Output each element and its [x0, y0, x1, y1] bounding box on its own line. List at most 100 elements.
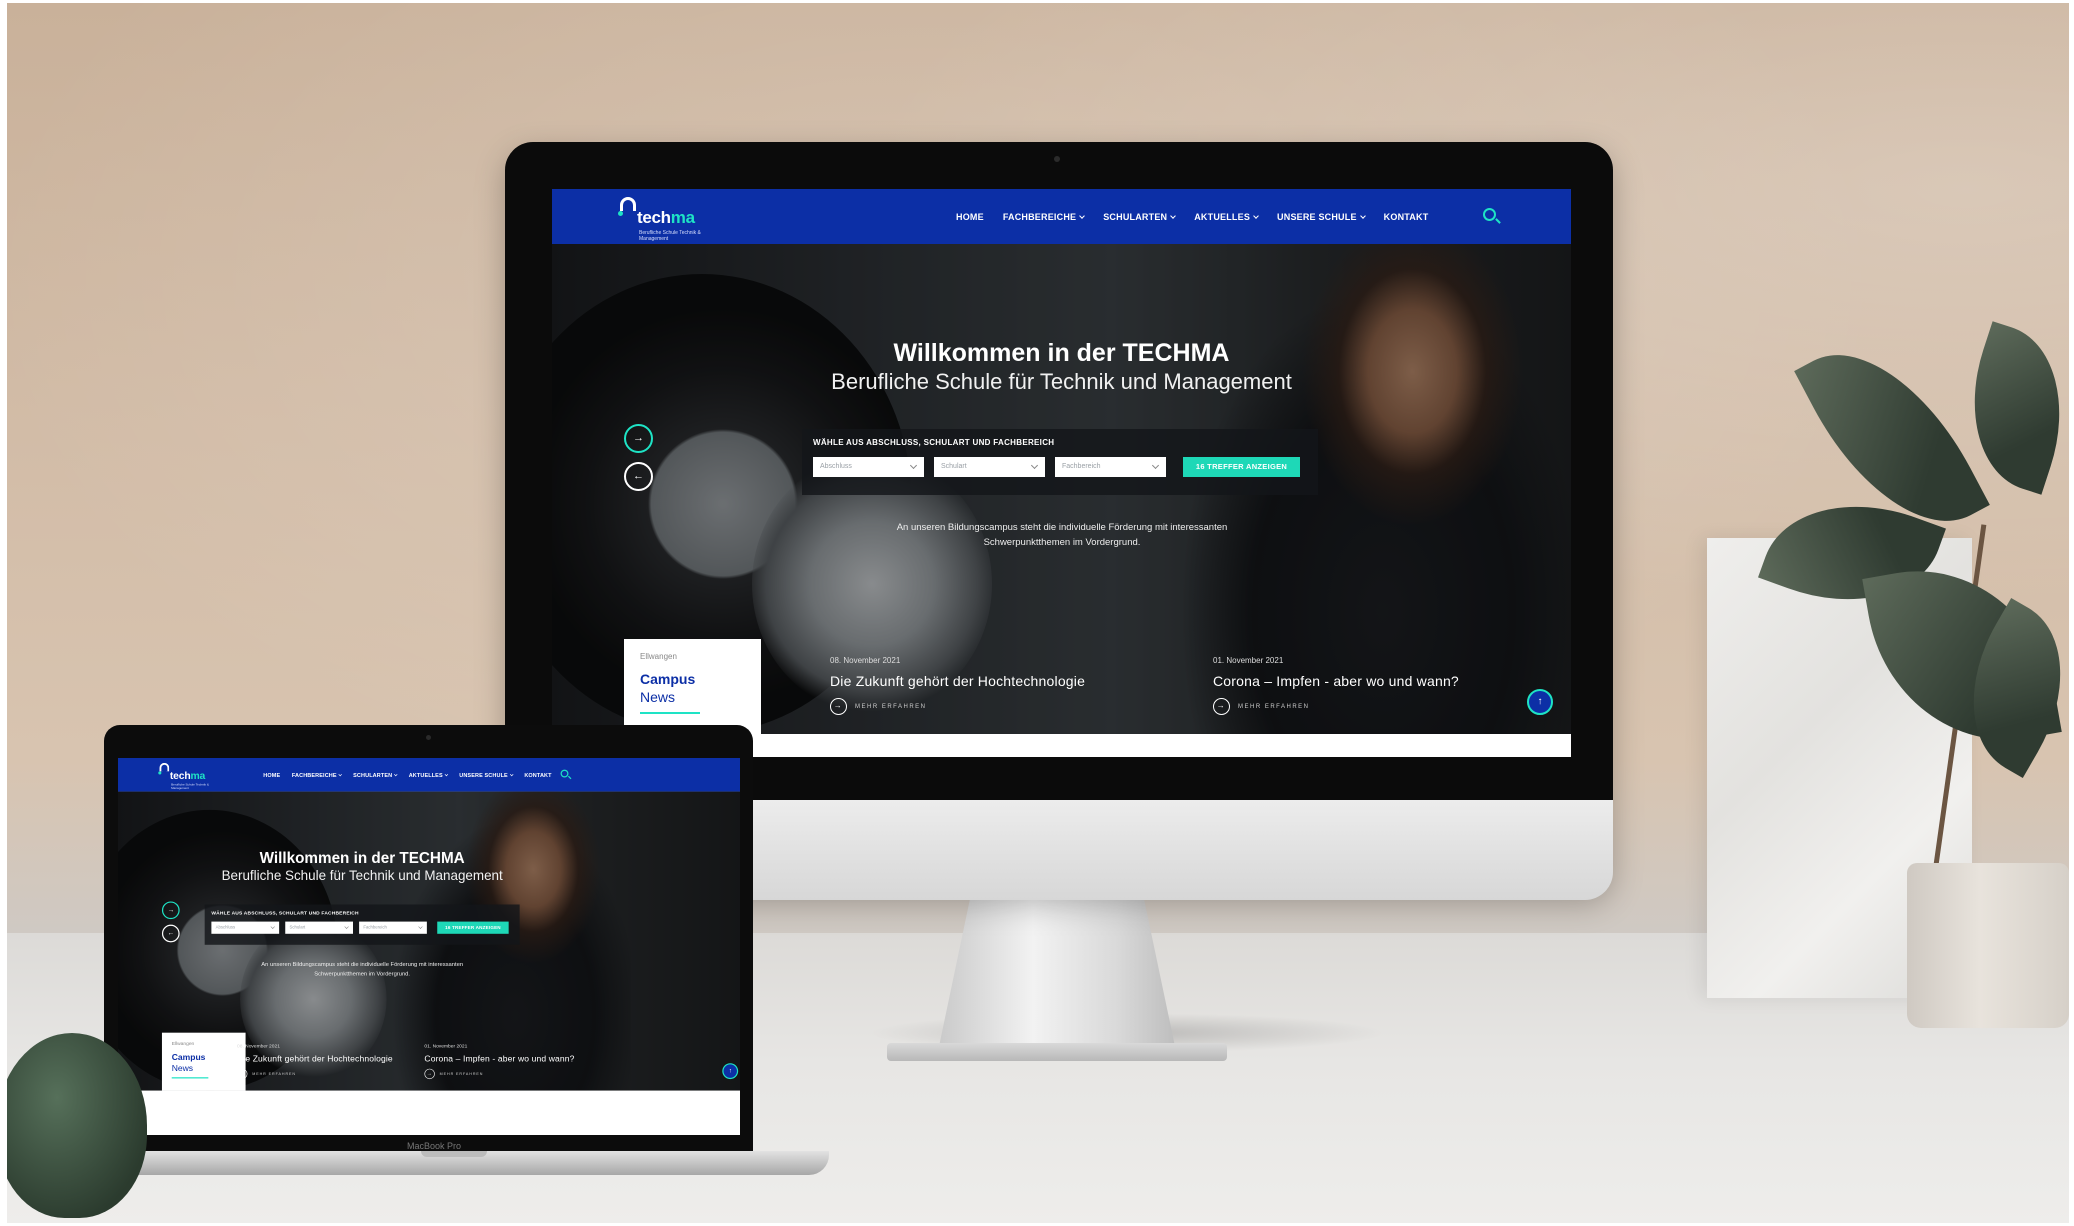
logo-icon: [620, 197, 636, 211]
campus-title: Campus: [640, 671, 696, 687]
show-results-button[interactable]: 16 TREFFER ANZEIGEN: [437, 921, 509, 934]
slider-next-button[interactable]: →: [624, 424, 653, 453]
news-date: 08. November 2021: [237, 1043, 280, 1049]
camera-icon: [426, 735, 431, 740]
abschluss-select[interactable]: Abschluss: [813, 457, 924, 477]
chevron-down-icon: [1170, 212, 1177, 219]
read-more-link[interactable]: → MEHR ERFAHREN: [1213, 698, 1459, 715]
logo-dot-icon: [618, 211, 623, 216]
logo-dot-icon: [158, 771, 162, 775]
hero-subtitle: Berufliche Schule für Technik und Manage…: [221, 867, 503, 884]
navbar: techma Berufliche Schule Technik & Manag…: [552, 189, 1571, 244]
arrow-right-icon: →: [424, 1068, 435, 1080]
news-item[interactable]: 01. November 2021 Corona – Impfen - aber…: [424, 1043, 574, 1080]
nav-home[interactable]: HOME: [956, 212, 984, 222]
news-date: 01. November 2021: [424, 1043, 468, 1049]
search-icon[interactable]: [560, 769, 569, 778]
nav-unsere-schule[interactable]: UNSERE SCHULE: [1277, 212, 1366, 222]
fachbereich-select[interactable]: Fachbereich: [359, 921, 427, 934]
macbook-screen: techma Berufliche Schule Technik & Manag…: [118, 758, 740, 1135]
main-menu: HOME FACHBEREICHE SCHULARTEN AKTUELLES U…: [956, 189, 1447, 244]
main-menu: HOME FACHBEREICHE SCHULARTEN AKTUELLES U…: [263, 758, 563, 792]
nav-aktuelles[interactable]: AKTUELLES: [409, 772, 449, 778]
logo[interactable]: techma Berufliche Schule Technik & Manag…: [618, 197, 701, 242]
campus-location: Ellwangen: [640, 652, 677, 661]
arrow-up-icon: ↑: [1537, 696, 1543, 707]
macbook-label: MacBook Pro: [406, 1141, 462, 1151]
read-more-link[interactable]: → MEHR ERFAHREN: [424, 1068, 574, 1080]
campus-news-card[interactable]: Ellwangen Campus News: [624, 639, 761, 734]
imac-stand: [937, 896, 1177, 1056]
chevron-down-icon: [509, 772, 514, 776]
news-title[interactable]: Die Zukunft gehört der Hochtechnologie: [237, 1053, 393, 1063]
nav-fachbereiche[interactable]: FACHBEREICHE: [1003, 212, 1086, 222]
chevron-down-icon: [1253, 212, 1259, 219]
news-item[interactable]: 08. November 2021 Die Zukunft gehört der…: [830, 656, 1085, 715]
fachbereich-select[interactable]: Fachbereich: [1055, 457, 1166, 477]
arrow-right-icon: →: [633, 432, 644, 444]
schulart-select[interactable]: Schulart: [934, 457, 1045, 477]
plant-pot: [1907, 863, 2069, 1028]
news-title[interactable]: Corona – Impfen - aber wo und wann?: [1213, 673, 1459, 689]
logo[interactable]: techma Berufliche Schule Technik & Manag…: [158, 762, 209, 790]
abschluss-select[interactable]: Abschluss: [211, 921, 280, 934]
scroll-top-button[interactable]: ↑: [1527, 689, 1553, 715]
search-icon[interactable]: [1483, 208, 1496, 221]
nav-kontakt[interactable]: KONTAKT: [1384, 212, 1429, 222]
nav-aktuelles[interactable]: AKTUELLES: [1194, 212, 1259, 222]
hero-title: Willkommen in der TECHMA: [259, 849, 465, 867]
arrow-right-icon: →: [830, 698, 847, 715]
arrow-up-icon: ↑: [728, 1067, 732, 1075]
macbook-base: [69, 1151, 829, 1175]
imac-foot: [887, 1043, 1227, 1061]
nav-home[interactable]: HOME: [263, 772, 280, 778]
arrow-right-icon: →: [1213, 698, 1230, 715]
chevron-down-icon: [1359, 212, 1366, 219]
news-date: 08. November 2021: [830, 656, 901, 665]
campus-title: Campus: [171, 1052, 206, 1062]
camera-icon: [1054, 156, 1060, 162]
read-more-link[interactable]: → MEHR ERFAHREN: [830, 698, 1085, 715]
news-item[interactable]: 01. November 2021 Corona – Impfen - aber…: [1213, 656, 1459, 715]
logo-subtitle: Berufliche Schule Technik & Management: [639, 230, 701, 242]
chevron-down-icon: [394, 772, 398, 776]
slider-prev-button[interactable]: ←: [624, 462, 653, 491]
macbook-notch: [421, 1151, 487, 1157]
slider-prev-button[interactable]: ←: [161, 924, 180, 943]
schulart-select[interactable]: Schulart: [285, 921, 354, 934]
arrow-left-icon: ←: [633, 470, 644, 482]
slider-next-button[interactable]: →: [161, 901, 180, 920]
campus-subtitle: News: [171, 1063, 194, 1073]
nav-kontakt[interactable]: KONTAKT: [524, 772, 551, 778]
chevron-down-icon: [338, 772, 343, 776]
hero: Willkommen in der TECHMA Berufliche Schu…: [552, 244, 1571, 734]
news-item[interactable]: 08. November 2021 Die Zukunft gehört der…: [237, 1043, 393, 1080]
news-title[interactable]: Corona – Impfen - aber wo und wann?: [424, 1053, 574, 1063]
news-date: 01. November 2021: [1213, 656, 1284, 665]
imac-screen: techma Berufliche Schule Technik & Manag…: [552, 189, 1571, 757]
nav-fachbereiche[interactable]: FACHBEREICHE: [292, 772, 343, 778]
chevron-down-icon: [1079, 212, 1086, 219]
nav-unsere-schule[interactable]: UNSERE SCHULE: [459, 772, 514, 778]
course-filter: WÄHLE AUS ABSCHLUSS, SCHULART UND FACHBE…: [204, 904, 520, 945]
campus-location: Ellwangen: [171, 1040, 195, 1047]
chevron-down-icon: [444, 772, 449, 776]
logo-text: techma: [637, 208, 695, 227]
show-results-button[interactable]: 16 TREFFER ANZEIGEN: [1183, 457, 1300, 477]
news-title[interactable]: Die Zukunft gehört der Hochtechnologie: [830, 673, 1085, 689]
divider: [171, 1077, 209, 1079]
logo-subtitle: Berufliche Schule Technik & Management: [171, 783, 209, 791]
logo-icon: [159, 762, 170, 772]
nav-schularten[interactable]: SCHULARTEN: [1103, 212, 1177, 222]
read-more-link[interactable]: → MEHR ERFAHREN: [237, 1068, 393, 1080]
scroll-top-button[interactable]: ↑: [722, 1063, 739, 1080]
arrow-right-icon: →: [167, 906, 175, 914]
campus-subtitle: News: [640, 689, 676, 705]
arrow-right-icon: →: [237, 1068, 248, 1080]
campus-news-card[interactable]: Ellwangen Campus News: [161, 1032, 246, 1091]
filter-label: WÄHLE AUS ABSCHLUSS, SCHULART UND FACHBE…: [813, 438, 1055, 447]
website: techma Berufliche Schule Technik & Manag…: [552, 189, 1571, 757]
nav-schularten[interactable]: SCHULARTEN: [353, 772, 398, 778]
hero-title: Willkommen in der TECHMA: [893, 339, 1230, 367]
hero-description: An unseren Bildungscampus steht die indi…: [261, 961, 464, 978]
